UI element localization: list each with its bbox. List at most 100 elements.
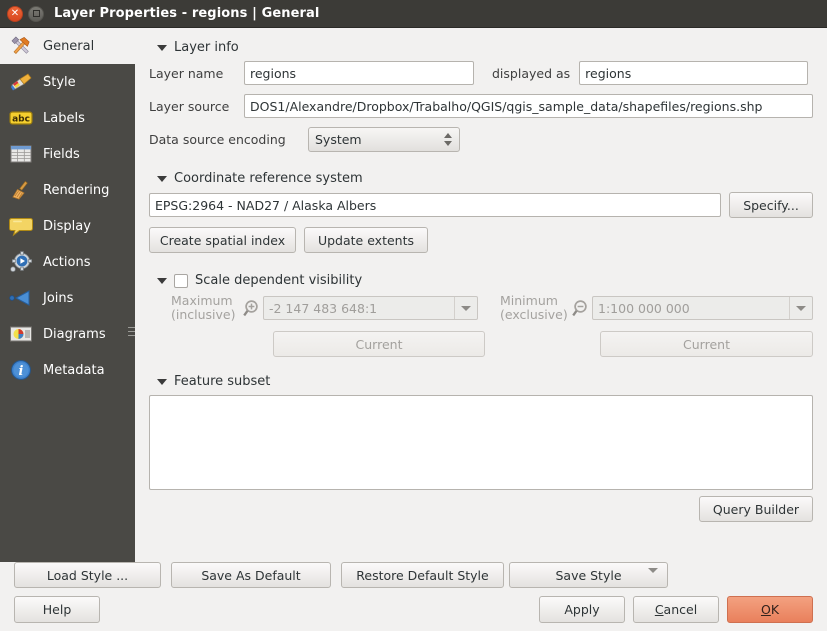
table-icon xyxy=(8,141,34,167)
info-icon: i xyxy=(8,357,34,383)
sidebar-item-actions[interactable]: Actions xyxy=(0,244,135,280)
scale-dependent-visibility-checkbox[interactable] xyxy=(174,273,188,288)
sidebar-item-general[interactable]: General xyxy=(0,28,135,64)
restore-default-style-button[interactable]: Restore Default Style xyxy=(341,562,504,588)
sidebar-item-label: Style xyxy=(43,74,76,90)
sidebar-item-label: Actions xyxy=(43,254,91,270)
sidebar-item-display[interactable]: Display xyxy=(0,208,135,244)
scale-current-row: Current Current xyxy=(149,331,813,357)
specify-crs-button[interactable]: Specify... xyxy=(729,192,813,218)
save-as-default-button[interactable]: Save As Default xyxy=(171,562,331,588)
close-icon[interactable]: ✕ xyxy=(7,5,23,22)
load-style-button[interactable]: Load Style ... xyxy=(14,562,161,588)
svg-text:i: i xyxy=(19,364,24,379)
encoding-row: Data source encoding System xyxy=(149,127,813,152)
scale-visibility-section-header[interactable]: Scale dependent visibility xyxy=(157,273,813,288)
sidebar-item-fields[interactable]: Fields xyxy=(0,136,135,172)
layer-name-input[interactable] xyxy=(244,61,474,85)
cancel-rest: ancel xyxy=(663,602,698,617)
panel-splitter-handle[interactable] xyxy=(128,322,136,340)
update-extents-button[interactable]: Update extents xyxy=(304,227,428,253)
feature-subset-row xyxy=(149,395,813,490)
cancel-button[interactable]: Cancel xyxy=(633,596,719,623)
chevron-down-icon xyxy=(157,175,167,182)
sidebar-item-label: Rendering xyxy=(43,182,110,198)
section-title: Feature subset xyxy=(174,374,271,389)
current-minimum-scale-button[interactable]: Current xyxy=(600,331,813,357)
encoding-label: Data source encoding xyxy=(149,132,286,147)
minimum-label-line1: Minimum xyxy=(500,293,558,308)
minimum-scale-combobox[interactable]: 1:100 000 000 xyxy=(592,296,813,320)
feature-subset-section-header[interactable]: Feature subset xyxy=(157,374,813,389)
section-title: Scale dependent visibility xyxy=(195,273,363,288)
save-style-dropdown-button[interactable]: Save Style xyxy=(509,562,668,588)
layer-info-section-header[interactable]: Layer info xyxy=(157,40,813,55)
sidebar-item-rendering[interactable]: Rendering xyxy=(0,172,135,208)
sidebar: General Style abc Labels Fields Renderin… xyxy=(0,28,135,562)
create-spatial-index-button[interactable]: Create spatial index xyxy=(149,227,296,253)
maximize-icon[interactable] xyxy=(28,5,44,22)
chevron-down-icon xyxy=(157,378,167,385)
layer-name-label: Layer name xyxy=(149,65,224,81)
displayed-as-label: displayed as xyxy=(492,65,571,81)
displayed-as-input[interactable] xyxy=(579,61,809,85)
minimum-label-line2: (exclusive) xyxy=(500,307,568,322)
ok-rest: K xyxy=(770,602,780,617)
crs-section-header[interactable]: Coordinate reference system xyxy=(157,171,813,186)
sidebar-item-label: Display xyxy=(43,218,91,234)
layer-source-row: Layer source xyxy=(149,94,813,118)
sidebar-item-diagrams[interactable]: Diagrams xyxy=(0,316,135,352)
encoding-combobox[interactable]: System xyxy=(308,127,460,152)
chevron-down-icon[interactable] xyxy=(648,568,658,588)
layer-name-row: Layer name displayed as xyxy=(149,61,813,85)
dialog-action-row: Help Apply Cancel OK xyxy=(14,596,813,623)
help-button[interactable]: Help xyxy=(14,596,100,623)
cancel-mnemonic: C xyxy=(654,602,664,617)
maximum-label-line1: Maximum xyxy=(171,293,233,308)
broom-icon xyxy=(8,177,34,203)
layer-source-label: Layer source xyxy=(149,98,230,114)
sidebar-item-labels[interactable]: abc Labels xyxy=(0,100,135,136)
crs-input[interactable] xyxy=(149,193,721,217)
sidebar-item-label: Labels xyxy=(43,110,85,126)
zoom-out-icon xyxy=(572,299,592,317)
sidebar-item-style[interactable]: Style xyxy=(0,64,135,100)
maximum-label-line2: (inclusive) xyxy=(171,307,236,322)
gear-play-icon xyxy=(8,249,34,275)
chevron-down-icon[interactable] xyxy=(789,297,812,319)
crs-row: Specify... xyxy=(149,192,813,218)
current-maximum-scale-button[interactable]: Current xyxy=(273,331,485,357)
window-title: Layer Properties - regions | General xyxy=(54,6,320,21)
window-controls: ✕ xyxy=(0,5,44,22)
layer-source-input[interactable] xyxy=(244,94,813,118)
sidebar-item-joins[interactable]: Joins xyxy=(0,280,135,316)
save-style-label: Save Style xyxy=(555,567,622,583)
chevron-down-icon[interactable] xyxy=(454,297,477,319)
chevron-down-icon xyxy=(157,44,167,51)
tools-icon xyxy=(8,33,34,59)
style-button-row: Load Style ... Save As Default Restore D… xyxy=(14,562,813,588)
ok-button[interactable]: OK xyxy=(727,596,813,623)
layer-properties-dialog: ✕ Layer Properties - regions | General G… xyxy=(0,0,827,631)
chevron-down-icon xyxy=(157,277,167,284)
spinner-arrows-icon[interactable] xyxy=(444,133,455,146)
query-builder-row: Query Builder xyxy=(149,496,813,522)
sidebar-item-label: Diagrams xyxy=(43,326,106,342)
sidebar-item-label: General xyxy=(43,38,95,54)
general-tab-panel: Layer info Layer name displayed as Layer… xyxy=(135,28,827,562)
paintbrush-icon xyxy=(8,69,34,95)
scale-limits-row: Maximum (inclusive) -2 147 483 648:1 Min… xyxy=(149,294,813,322)
sidebar-item-metadata[interactable]: i Metadata xyxy=(0,352,135,388)
apply-button[interactable]: Apply xyxy=(539,596,625,623)
dialog-footer: Load Style ... Save As Default Restore D… xyxy=(0,562,827,631)
query-builder-button[interactable]: Query Builder xyxy=(699,496,813,522)
section-title: Coordinate reference system xyxy=(174,171,363,186)
sidebar-item-label: Metadata xyxy=(43,362,105,378)
encoding-value: System xyxy=(315,132,362,147)
title-bar: ✕ Layer Properties - regions | General xyxy=(0,0,827,28)
feature-subset-textarea[interactable] xyxy=(149,395,813,490)
maximum-scale-value: -2 147 483 648:1 xyxy=(269,300,378,316)
zoom-in-icon xyxy=(243,299,263,317)
left-arrow-icon xyxy=(8,285,34,311)
maximum-scale-combobox[interactable]: -2 147 483 648:1 xyxy=(263,296,478,320)
